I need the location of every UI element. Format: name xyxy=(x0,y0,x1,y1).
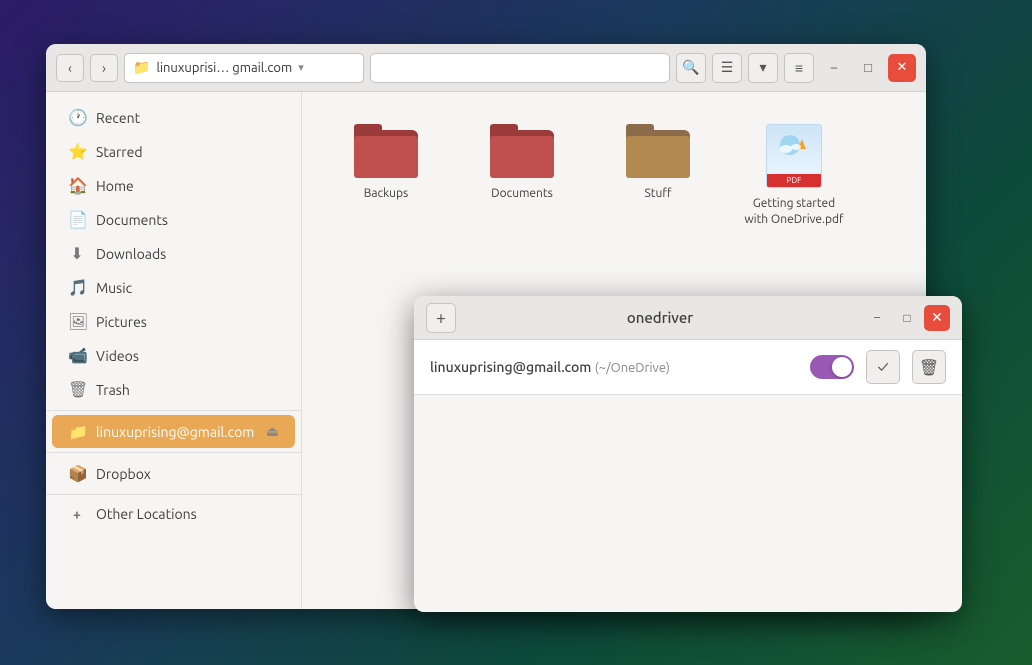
sidebar-label-documents: Documents xyxy=(96,212,168,228)
address-folder-icon: 📁 xyxy=(133,59,150,76)
sidebar-divider-2 xyxy=(46,452,301,453)
sidebar: 🕐 Recent ⭐ Starred 🏠 Home 📄 Documents ⬇ … xyxy=(46,92,302,609)
recent-icon: 🕐 xyxy=(68,108,86,127)
file-item-stuff[interactable]: Stuff xyxy=(598,116,718,236)
gmail-folder-icon: 📁 xyxy=(68,422,86,441)
onedriver-popup: + onedriver – □ ✕ linuxuprising@gmail.co… xyxy=(414,296,962,612)
file-item-documents[interactable]: Documents xyxy=(462,116,582,236)
account-email: linuxuprising@gmail.com xyxy=(430,359,591,375)
pdf-type-badge: PDF xyxy=(767,174,821,187)
eject-button[interactable]: ⏏ xyxy=(266,423,279,440)
sidebar-label-music: Music xyxy=(96,280,132,296)
popup-body: linuxuprising@gmail.com (~/OneDrive) ✓ 🗑 xyxy=(414,340,962,612)
documents-folder-icon xyxy=(490,124,554,178)
sidebar-label-recent: Recent xyxy=(96,110,140,126)
sidebar-item-gmail[interactable]: 📁 linuxuprising@gmail.com ⏏ xyxy=(52,415,295,448)
documents-icon: 📄 xyxy=(68,210,86,229)
file-label-pdf: Getting started with OneDrive.pdf xyxy=(744,196,844,227)
popup-maximize-button[interactable]: □ xyxy=(894,305,920,331)
videos-icon: 📹 xyxy=(68,346,86,365)
sidebar-item-videos[interactable]: 📹 Videos xyxy=(52,339,295,372)
sidebar-item-other-locations[interactable]: + Other Locations xyxy=(52,499,295,529)
menu-button[interactable]: ≡ xyxy=(784,53,814,83)
stuff-folder-icon xyxy=(626,124,690,178)
sidebar-item-downloads[interactable]: ⬇ Downloads xyxy=(52,237,295,270)
back-button[interactable]: ‹ xyxy=(56,54,84,82)
file-item-onedrive-pdf[interactable]: PDF Getting started with OneDrive.pdf xyxy=(734,116,854,236)
account-toggle[interactable] xyxy=(810,355,854,379)
sidebar-label-gmail: linuxuprising@gmail.com xyxy=(96,424,254,440)
trash-icon: 🗑 xyxy=(68,380,86,399)
account-row: linuxuprising@gmail.com (~/OneDrive) ✓ 🗑 xyxy=(414,340,962,395)
onedriver-add-button[interactable]: + xyxy=(426,303,456,333)
sidebar-item-home[interactable]: 🏠 Home xyxy=(52,169,295,202)
popup-close-button[interactable]: ✕ xyxy=(924,305,950,331)
sidebar-item-recent[interactable]: 🕐 Recent xyxy=(52,101,295,134)
search-button[interactable]: 🔍 xyxy=(676,53,706,83)
sidebar-divider-3 xyxy=(46,494,301,495)
maximize-button[interactable]: □ xyxy=(854,54,882,82)
file-label-documents: Documents xyxy=(491,186,553,202)
account-info: linuxuprising@gmail.com (~/OneDrive) xyxy=(430,359,798,375)
sidebar-divider-1 xyxy=(46,410,301,411)
sidebar-label-other: Other Locations xyxy=(96,506,197,522)
sidebar-label-downloads: Downloads xyxy=(96,246,166,262)
account-confirm-button[interactable]: ✓ xyxy=(866,350,900,384)
sidebar-label-dropbox: Dropbox xyxy=(96,466,151,482)
sidebar-item-pictures[interactable]: 🖼 Pictures xyxy=(52,305,295,338)
popup-window-controls: – □ ✕ xyxy=(864,305,950,331)
sort-button[interactable]: ▾ xyxy=(748,53,778,83)
sidebar-label-trash: Trash xyxy=(96,382,130,398)
pdf-content-area xyxy=(767,125,821,173)
account-delete-button[interactable]: 🗑 xyxy=(912,350,946,384)
sidebar-label-pictures: Pictures xyxy=(96,314,147,330)
close-button[interactable]: ✕ xyxy=(888,54,916,82)
search-input[interactable] xyxy=(370,53,670,83)
sidebar-item-starred[interactable]: ⭐ Starred xyxy=(52,135,295,168)
dropbox-icon: 📦 xyxy=(68,464,86,483)
starred-icon: ⭐ xyxy=(68,142,86,161)
minimize-button[interactable]: – xyxy=(820,54,848,82)
downloads-icon: ⬇ xyxy=(68,244,86,263)
sidebar-item-music[interactable]: 🎵 Music xyxy=(52,271,295,304)
sidebar-label-home: Home xyxy=(96,178,134,194)
toggle-knob xyxy=(832,357,852,377)
address-bar[interactable]: 📁 linuxuprisi… gmail.com ▾ xyxy=(124,53,364,83)
forward-button[interactable]: › xyxy=(90,54,118,82)
address-dropdown-icon[interactable]: ▾ xyxy=(298,61,304,74)
sidebar-label-starred: Starred xyxy=(96,144,143,160)
pdf-thumbnail: PDF xyxy=(766,124,822,188)
sidebar-label-videos: Videos xyxy=(96,348,139,364)
sidebar-item-dropbox[interactable]: 📦 Dropbox xyxy=(52,457,295,490)
onedriver-title: onedriver xyxy=(456,309,864,326)
file-label-backups: Backups xyxy=(364,186,409,202)
popup-minimize-button[interactable]: – xyxy=(864,305,890,331)
list-view-button[interactable]: ☰ xyxy=(712,53,742,83)
backups-folder-icon xyxy=(354,124,418,178)
sidebar-item-documents[interactable]: 📄 Documents xyxy=(52,203,295,236)
pictures-icon: 🖼 xyxy=(68,312,86,331)
address-text: linuxuprisi… gmail.com xyxy=(156,61,292,75)
titlebar: ‹ › 📁 linuxuprisi… gmail.com ▾ 🔍 ☰ ▾ ≡ –… xyxy=(46,44,926,92)
sidebar-item-trash[interactable]: 🗑 Trash xyxy=(52,373,295,406)
other-locations-icon: + xyxy=(68,506,86,522)
home-icon: 🏠 xyxy=(68,176,86,195)
music-icon: 🎵 xyxy=(68,278,86,297)
file-item-backups[interactable]: Backups xyxy=(326,116,446,236)
popup-titlebar: + onedriver – □ ✕ xyxy=(414,296,962,340)
file-label-stuff: Stuff xyxy=(644,186,671,202)
account-path: (~/OneDrive) xyxy=(595,361,670,375)
